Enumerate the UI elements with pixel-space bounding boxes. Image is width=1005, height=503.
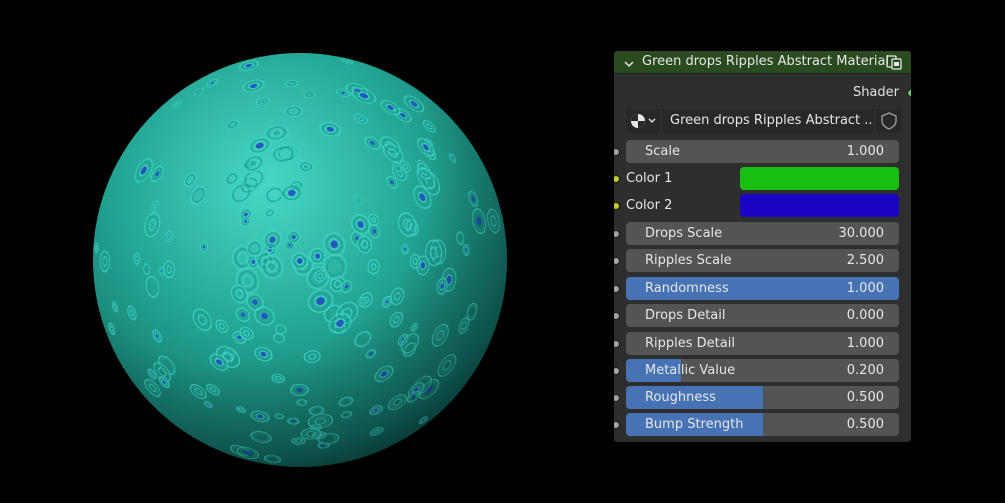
metallic-value-value: 0.200 <box>846 363 884 378</box>
ripples-detail-field[interactable]: Ripples Detail 1.000 <box>626 332 899 355</box>
sphere-render <box>93 53 507 467</box>
node-header[interactable]: Green drops Ripples Abstract Material <box>614 51 911 74</box>
metallic-value-label: Metallic Value <box>645 363 736 378</box>
scale-value: 1.000 <box>846 144 884 159</box>
roughness-label: Roughness <box>645 390 716 405</box>
color2-socket[interactable] <box>614 202 620 210</box>
drops-detail-field[interactable]: Drops Detail 0.000 <box>626 304 899 327</box>
ripples-scale-value: 2.500 <box>846 253 884 268</box>
drops-detail-label: Drops Detail <box>645 308 726 323</box>
randomness-socket[interactable] <box>614 285 620 293</box>
ripples-detail-value: 1.000 <box>846 336 884 351</box>
material-node[interactable]: Green drops Ripples Abstract Material Sh… <box>614 51 911 442</box>
bump-strength-label: Bump Strength <box>645 417 744 432</box>
metallic-value-socket[interactable] <box>614 367 620 375</box>
randomness-value: 1.000 <box>846 281 884 296</box>
roughness-socket[interactable] <box>614 394 620 402</box>
shader-output-socket[interactable] <box>907 89 911 97</box>
drops-scale-socket[interactable] <box>614 230 620 238</box>
roughness-slider[interactable]: Roughness 0.500 <box>626 386 899 409</box>
drops-scale-field[interactable]: Drops Scale 30.000 <box>626 222 899 245</box>
color1-socket[interactable] <box>614 175 620 183</box>
bump-strength-value: 0.500 <box>846 417 884 432</box>
color1-label: Color 1 <box>626 171 673 186</box>
color2-label: Color 2 <box>626 198 673 213</box>
drops-detail-socket[interactable] <box>614 312 620 320</box>
ripples-scale-field[interactable]: Ripples Scale 2.500 <box>626 249 899 272</box>
node-preview-icon[interactable] <box>885 53 903 75</box>
material-selector[interactable]: Green drops Ripples Abstract ... <box>626 109 904 133</box>
drops-detail-value: 0.000 <box>846 308 884 323</box>
ripples-detail-socket[interactable] <box>614 340 620 348</box>
drops-scale-label: Drops Scale <box>645 226 723 241</box>
material-sphere-icon <box>631 114 656 128</box>
fake-user-button[interactable] <box>876 109 902 133</box>
bump-strength-slider[interactable]: Bump Strength 0.500 <box>626 413 899 436</box>
shield-icon <box>881 112 897 130</box>
node-title: Green drops Ripples Abstract Material <box>642 54 890 69</box>
scale-socket[interactable] <box>614 148 620 156</box>
material-preview-sphere <box>90 50 510 470</box>
randomness-label: Randomness <box>645 281 729 296</box>
shader-output-label: Shader <box>852 85 899 100</box>
roughness-value: 0.500 <box>846 390 884 405</box>
metallic-value-slider[interactable]: Metallic Value 0.200 <box>626 359 899 382</box>
color1-swatch[interactable] <box>740 167 899 190</box>
drops-scale-value: 30.000 <box>838 226 885 241</box>
ripples-scale-label: Ripples Scale <box>645 253 732 268</box>
ripples-scale-socket[interactable] <box>614 257 620 265</box>
material-browse-button[interactable] <box>626 109 660 133</box>
chevron-down-icon[interactable] <box>623 55 635 74</box>
scale-label: Scale <box>645 144 680 159</box>
scale-field[interactable]: Scale 1.000 <box>626 140 899 163</box>
color2-swatch[interactable] <box>740 194 899 217</box>
bump-strength-socket[interactable] <box>614 421 620 429</box>
ripples-detail-label: Ripples Detail <box>645 336 735 351</box>
randomness-slider[interactable]: Randomness 1.000 <box>626 277 899 300</box>
material-name-field[interactable]: Green drops Ripples Abstract ... <box>662 109 874 133</box>
